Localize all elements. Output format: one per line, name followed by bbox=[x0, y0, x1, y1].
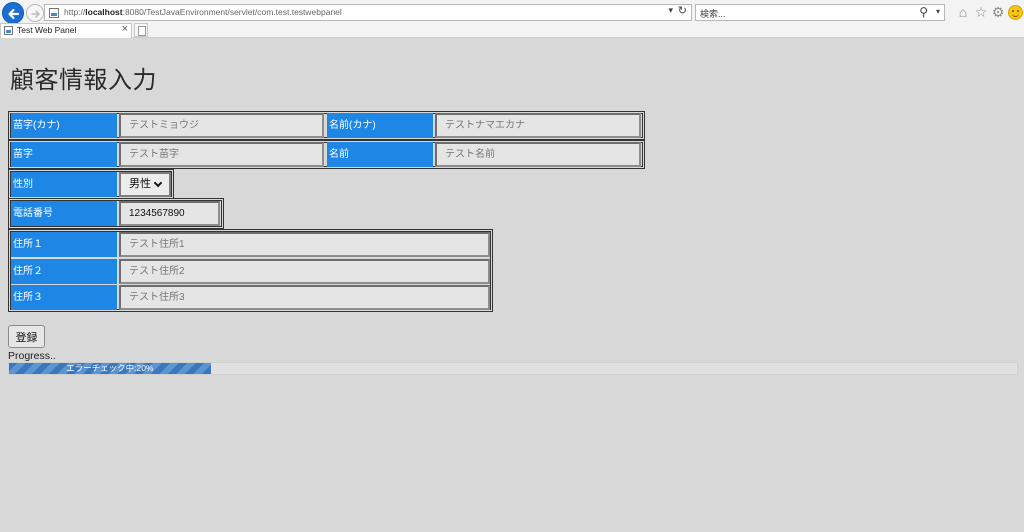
page-title: 顧客情報入力 bbox=[10, 67, 157, 94]
tab-close-icon[interactable]: × bbox=[122, 23, 128, 35]
search-box[interactable]: 検索... ⚲ ▾ bbox=[695, 4, 945, 21]
first-name-input[interactable] bbox=[435, 142, 641, 167]
progress-text: エラーチェック中:20% bbox=[66, 363, 154, 373]
address3-input[interactable] bbox=[119, 285, 490, 310]
first-name-label: 名前 bbox=[327, 142, 433, 167]
address3-label: 住所３ bbox=[11, 285, 117, 310]
phone-input[interactable] bbox=[119, 201, 220, 226]
address1-input[interactable] bbox=[119, 232, 490, 257]
gender-select[interactable]: 男性 bbox=[119, 172, 171, 197]
last-name-kana-input[interactable] bbox=[119, 113, 324, 138]
progress-fill: エラーチェック中:20% bbox=[9, 363, 211, 374]
back-button[interactable] bbox=[2, 2, 24, 24]
arrow-right-icon bbox=[31, 10, 40, 18]
arrow-left-icon bbox=[8, 8, 20, 20]
home-icon[interactable]: ⌂ bbox=[955, 4, 971, 20]
search-dropdown-icon[interactable]: ▾ bbox=[936, 7, 940, 16]
last-name-kana-label: 苗字(カナ) bbox=[11, 113, 117, 138]
gender-label: 性別 bbox=[11, 172, 117, 197]
address-bar[interactable]: http://localhost:8080/TestJavaEnvironmen… bbox=[44, 4, 692, 21]
phone-label: 電話番号 bbox=[11, 201, 117, 226]
address2-input[interactable] bbox=[119, 259, 490, 284]
page-icon bbox=[49, 8, 59, 18]
address2-label: 住所２ bbox=[11, 259, 117, 284]
register-button[interactable]: 登録 bbox=[8, 325, 45, 348]
tab-page-icon bbox=[4, 26, 13, 35]
url-text: http://localhost:8080/TestJavaEnvironmen… bbox=[64, 7, 342, 17]
last-name-input[interactable] bbox=[119, 142, 324, 167]
refresh-icon[interactable]: ↻ bbox=[678, 4, 687, 17]
last-name-label: 苗字 bbox=[11, 142, 117, 167]
search-icon[interactable]: ⚲ bbox=[919, 5, 928, 19]
search-placeholder: 検索... bbox=[700, 9, 726, 19]
forward-button[interactable] bbox=[26, 4, 44, 22]
first-name-kana-input[interactable] bbox=[435, 113, 641, 138]
settings-gear-icon[interactable]: ⚙ bbox=[990, 4, 1006, 20]
progress-bar: エラーチェック中:20% bbox=[8, 362, 1018, 375]
gender-selected-value: 男性 bbox=[129, 178, 151, 190]
address-dropdown-icon[interactable]: ▾ bbox=[668, 5, 673, 16]
browser-tab[interactable]: Test Web Panel × bbox=[0, 23, 132, 38]
chevron-down-icon bbox=[153, 178, 163, 188]
favorites-star-icon[interactable]: ☆ bbox=[973, 4, 989, 20]
browser-toolbar: http://localhost:8080/TestJavaEnvironmen… bbox=[0, 0, 1024, 38]
tab-title: Test Web Panel bbox=[17, 25, 77, 35]
first-name-kana-label: 名前(カナ) bbox=[327, 113, 433, 138]
smiley-feedback-icon[interactable] bbox=[1008, 5, 1023, 20]
new-tab-button[interactable] bbox=[134, 23, 148, 37]
address1-label: 住所１ bbox=[11, 232, 117, 257]
progress-label: Progress.. bbox=[8, 350, 56, 362]
